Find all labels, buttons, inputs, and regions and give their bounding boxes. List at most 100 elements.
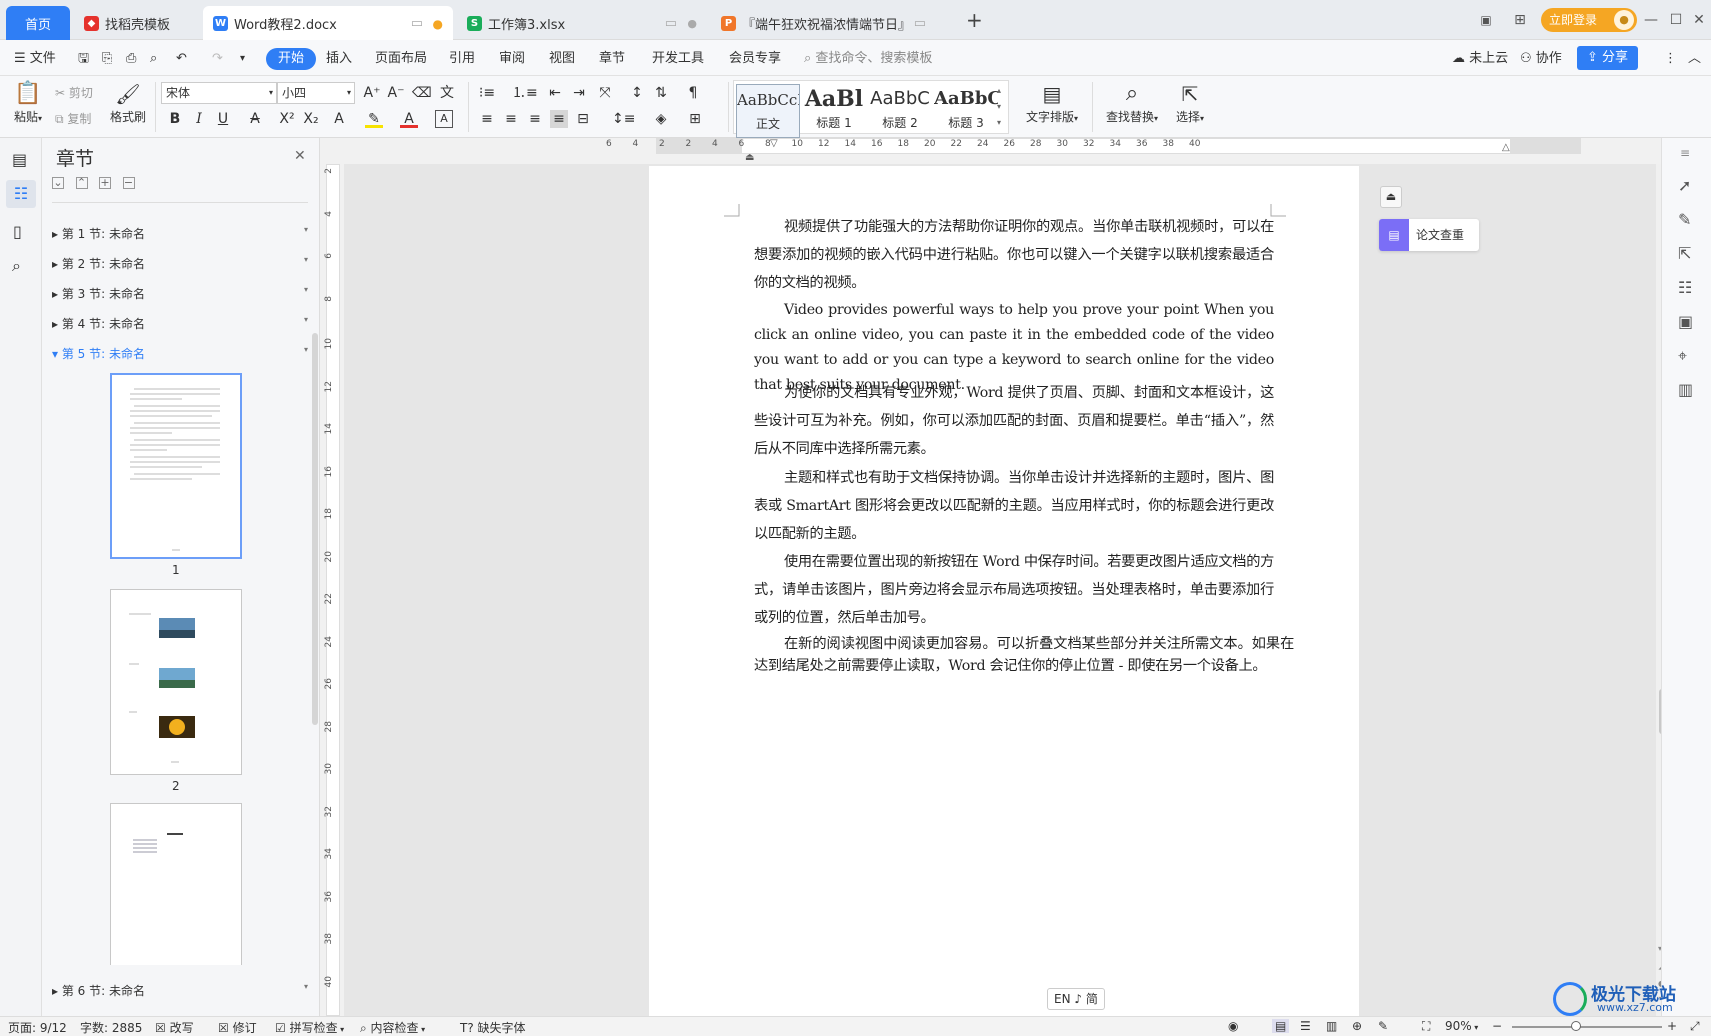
spell-check-toggle[interactable]: ☑ 拼写检查 ▾: [275, 1019, 344, 1036]
overwrite-toggle[interactable]: ☒ 改写: [155, 1019, 194, 1036]
grow-font-icon[interactable]: A⁺: [363, 84, 381, 102]
first-line-indent-marker[interactable]: ▽: [770, 138, 778, 149]
vertical-ruler[interactable]: 2 4 6 8 10 12 14 16 18 20 22 24 26 28 30 32 34 36 38 40: [320, 164, 344, 1016]
shading-icon[interactable]: ◈: [652, 110, 670, 128]
body-paragraph[interactable]: 视频提供了功能强大的方法帮助你证明你的观点。当你单击联机视频时，可以在想要添加的…: [754, 213, 1274, 297]
shrink-font-icon[interactable]: A⁻: [387, 84, 405, 102]
close-pane-icon[interactable]: ✕: [294, 148, 306, 164]
pointer-icon[interactable]: ⇱: [1678, 244, 1691, 263]
section-menu-icon[interactable]: ▾: [304, 255, 308, 264]
style-heading-1[interactable]: AaBl 标题 1: [802, 84, 866, 138]
login-button[interactable]: 立即登录 ●: [1541, 8, 1637, 32]
strikethrough-icon[interactable]: A: [246, 110, 264, 128]
style-gallery-scroll[interactable]: ▴ ▾ ▾: [997, 83, 1007, 131]
numbered-list-icon[interactable]: ⒈≡: [512, 84, 538, 102]
bullet-list-icon[interactable]: ⁝≡: [478, 84, 496, 102]
tab-word-doc[interactable]: W Word教程2.docx ● ▭: [203, 6, 453, 40]
page-view-icon[interactable]: ▤: [1272, 1019, 1290, 1033]
collaborate-button[interactable]: ⚇ 协作: [1520, 48, 1562, 70]
justify-icon[interactable]: ≡: [550, 110, 568, 128]
char-border-icon[interactable]: A: [435, 110, 453, 128]
body-paragraph[interactable]: 为使你的文档具有专业外观，Word 提供了页眉、页脚、封面和文本框设计，这些设计…: [754, 379, 1274, 463]
section-menu-icon[interactable]: ▾: [304, 285, 308, 294]
subscript-icon[interactable]: X₂: [302, 110, 320, 128]
sliders-icon[interactable]: ☷: [1678, 278, 1692, 297]
superscript-icon[interactable]: X²: [278, 110, 296, 128]
export-icon[interactable]: ⎘: [102, 48, 112, 70]
expand-all-icon[interactable]: ⌄: [52, 177, 64, 189]
window-icon[interactable]: ▭: [914, 16, 926, 31]
tab-home[interactable]: 首页: [6, 6, 70, 40]
left-indent-marker[interactable]: ⏏: [745, 152, 754, 163]
pen-icon[interactable]: ✎: [1678, 210, 1691, 229]
section-item[interactable]: ▸ 第 6 节: 未命名 ▾: [52, 982, 308, 999]
cloud-status[interactable]: ☁ 未上云: [1452, 48, 1508, 70]
style-normal[interactable]: AaBbCcI 正文: [736, 84, 800, 138]
align-left-icon[interactable]: ≡: [478, 110, 496, 128]
section-item-active[interactable]: ▾ 第 5 节: 未命名 ▾: [52, 345, 308, 362]
remove-section-icon[interactable]: −: [122, 177, 135, 189]
tab-member[interactable]: 会员专享: [729, 48, 781, 70]
line-spacing-icon[interactable]: ↕≡: [612, 110, 635, 128]
select-button[interactable]: ⇱ 选择▾: [1170, 80, 1210, 132]
copy-button[interactable]: ⧉ 复制: [55, 110, 91, 127]
distribute-icon[interactable]: ⊟: [574, 110, 592, 128]
tab-start[interactable]: 开始: [266, 48, 317, 70]
collapse-ribbon-icon[interactable]: ︿: [1688, 48, 1701, 70]
window-icon[interactable]: ▭: [665, 16, 677, 31]
show-marks-icon[interactable]: ¶: [684, 84, 702, 102]
find-replace-button[interactable]: ⌕ 查找替换▾: [1102, 80, 1162, 132]
section-item[interactable]: ▸ 第 2 节: 未命名 ▾: [52, 255, 308, 272]
align-center-icon[interactable]: ≡: [502, 110, 520, 128]
increase-indent-icon[interactable]: ⇥: [570, 84, 588, 102]
format-painter-button[interactable]: 🖌 格式刷: [108, 80, 148, 132]
maximize-icon[interactable]: ☐: [1665, 10, 1687, 30]
close-icon[interactable]: ✕: [1688, 10, 1710, 30]
redo-icon[interactable]: ↷: [212, 48, 223, 70]
window-icon[interactable]: ▭: [411, 16, 423, 31]
section-menu-icon[interactable]: ▾: [304, 225, 308, 234]
cut-button[interactable]: ✂ 剪切: [55, 84, 93, 101]
font-color-icon[interactable]: A: [400, 110, 418, 128]
write-mode-icon[interactable]: ✎: [1378, 1019, 1388, 1033]
reading-view-icon[interactable]: ▥: [1326, 1019, 1337, 1033]
tab-excel[interactable]: S 工作簿3.xlsx ● ▭: [457, 6, 707, 40]
location-icon[interactable]: ⌖: [1678, 346, 1687, 366]
zoom-out-icon[interactable]: −: [1492, 1019, 1502, 1033]
image-tool-icon[interactable]: ▣: [1678, 312, 1693, 331]
section-menu-icon[interactable]: ▾: [304, 982, 308, 991]
new-tab-button[interactable]: +: [966, 8, 983, 32]
share-button[interactable]: ⇪ 分享: [1577, 46, 1639, 70]
document-page[interactable]: 视频提供了功能强大的方法帮助你证明你的观点。当你单击联机视频时，可以在想要添加的…: [649, 166, 1359, 1026]
minimize-icon[interactable]: —: [1640, 10, 1662, 30]
fit-page-icon[interactable]: ⛶: [1422, 1019, 1430, 1034]
undo-icon[interactable]: ↶: [176, 48, 187, 70]
pane-scrollbar[interactable]: [312, 333, 318, 725]
rocket-icon[interactable]: ➚: [1678, 176, 1691, 195]
web-view-icon[interactable]: ⊕: [1352, 1019, 1362, 1033]
tab-page-layout[interactable]: 页面布局: [375, 48, 427, 70]
text-layout-button[interactable]: ▤ 文字排版▾: [1022, 80, 1082, 132]
section-menu-icon[interactable]: ▾: [304, 345, 308, 354]
zoom-slider[interactable]: [1512, 1021, 1662, 1031]
missing-font[interactable]: T? 缺失字体: [460, 1019, 526, 1036]
file-menu[interactable]: ☰ 文件: [14, 48, 56, 70]
collapse-toolbar-icon[interactable]: ≡: [1680, 146, 1690, 160]
tab-dev-tools[interactable]: 开发工具: [652, 48, 704, 70]
document-icon[interactable]: ▤: [12, 150, 27, 169]
body-paragraph[interactable]: 在新的阅读视图中阅读更加容易。可以折叠文档某些部分并关注所需文本。如果在达到结尾…: [754, 633, 1294, 677]
body-paragraph[interactable]: 主题和样式也有助于文档保持协调。当你单击设计并选择新的主题时，图片、图表或 Sm…: [754, 464, 1274, 548]
quick-access-dropdown-icon[interactable]: ▾: [240, 48, 245, 70]
tab-review[interactable]: 审阅: [499, 48, 525, 70]
section-menu-icon[interactable]: ▾: [304, 315, 308, 324]
tab-references[interactable]: 引用: [449, 48, 475, 70]
borders-icon[interactable]: ⊞: [686, 110, 704, 128]
layout-switch-icon[interactable]: ▣: [1475, 10, 1497, 30]
ime-status[interactable]: EN ♪ 简: [1047, 988, 1105, 1010]
chapter-nav-icon[interactable]: ☷: [6, 180, 36, 208]
right-indent-marker[interactable]: △: [1502, 142, 1510, 153]
style-heading-2[interactable]: AaBbC 标题 2: [868, 84, 932, 138]
command-search[interactable]: ⌕ 查找命令、搜索模板: [804, 48, 932, 70]
track-changes-toggle[interactable]: ☒ 修订: [218, 1019, 257, 1036]
paper-check-button[interactable]: ▤ 论文查重: [1379, 219, 1479, 251]
